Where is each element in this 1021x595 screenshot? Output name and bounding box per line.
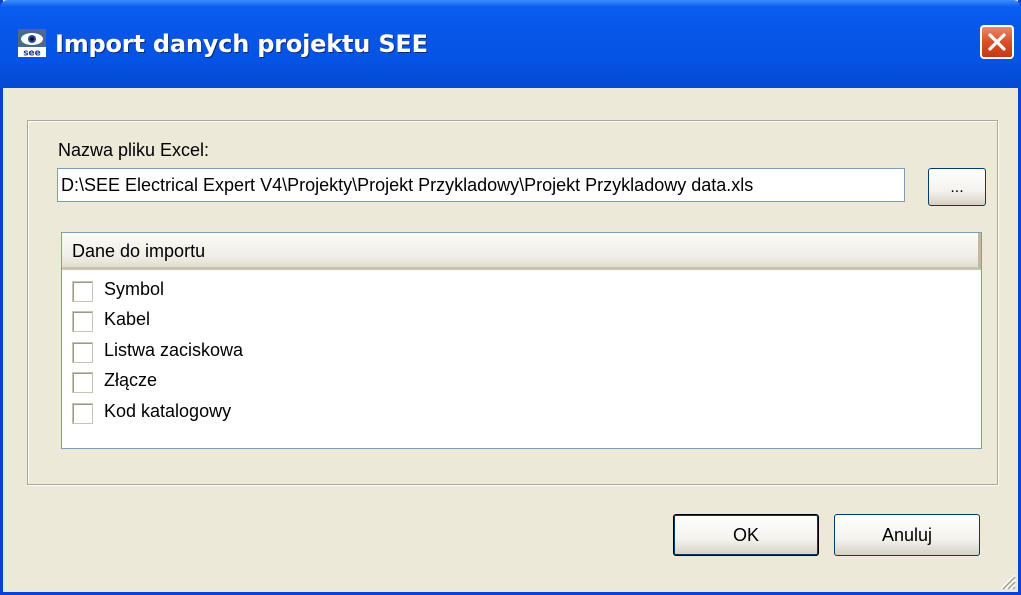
list-item-kod-katalogowy[interactable]: Kod katalogowy [72, 398, 672, 426]
close-icon [988, 33, 1006, 51]
list-item-symbol[interactable]: Symbol [72, 276, 672, 304]
listwa-zaciskowa-checkbox[interactable] [72, 342, 93, 363]
list-header-label: Dane do importu [72, 241, 206, 261]
kod-katalogowy-checkbox[interactable] [72, 403, 93, 424]
excel-file-label: Nazwa pliku Excel: [58, 140, 210, 160]
title-bar[interactable]: see Import danych projektu SEE [0, 0, 1021, 88]
cancel-button[interactable]: Anuluj [834, 514, 980, 556]
see-logo-icon: see [18, 29, 46, 59]
kabel-checkbox[interactable] [72, 311, 93, 332]
list-column-header[interactable]: Dane do importu [62, 233, 981, 270]
close-button[interactable] [980, 25, 1014, 59]
list-item-label: Listwa zaciskowa [104, 340, 244, 360]
svg-text:see: see [23, 49, 41, 59]
symbol-checkbox[interactable] [72, 281, 93, 302]
excel-path-input[interactable] [57, 168, 905, 202]
list-item-zlacze[interactable]: Złącze [72, 367, 672, 395]
list-item-kabel[interactable]: Kabel [72, 306, 672, 334]
dialog-content: Nazwa pliku Excel: ... Dane do importu S… [3, 88, 1018, 592]
list-item-listwa-zaciskowa[interactable]: Listwa zaciskowa [72, 337, 672, 365]
resize-grip-icon[interactable] [996, 570, 1016, 590]
list-item-label: Kabel [104, 309, 151, 329]
import-data-list[interactable]: Dane do importu Symbol Kabel Listwa zaci… [61, 232, 982, 449]
ok-button[interactable]: OK [673, 514, 819, 556]
list-item-label: Złącze [104, 370, 158, 390]
list-item-label: Symbol [104, 279, 165, 299]
browse-button[interactable]: ... [928, 168, 986, 206]
import-dialog: see Import danych projektu SEE Nazwa pli… [0, 0, 1021, 595]
zlacze-checkbox[interactable] [72, 372, 93, 393]
list-item-label: Kod katalogowy [104, 401, 232, 421]
window-title: Import danych projektu SEE [55, 30, 428, 58]
